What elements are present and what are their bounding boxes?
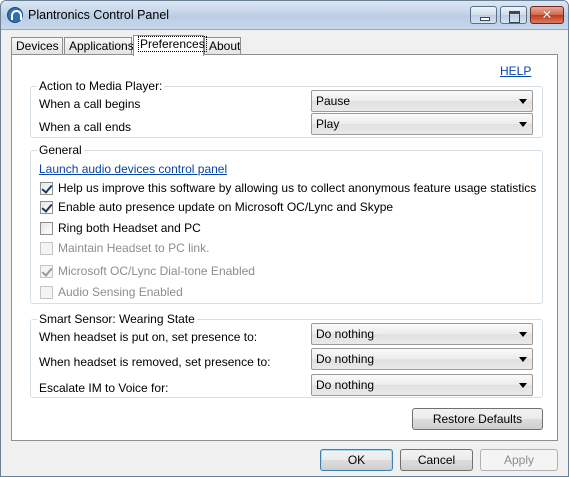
put-on-label: When headset is put on, set presence to: [39,330,258,344]
smart-sensor-group-title: Smart Sensor: Wearing State [37,312,197,326]
tab-preferences[interactable]: Preferences [133,35,207,56]
cancel-button[interactable]: Cancel [400,449,473,471]
media-player-group: Action to Media Player: When a call begi… [30,79,543,138]
tab-devices-label: Devices [16,39,59,53]
tab-devices[interactable]: Devices [11,37,63,55]
call-ends-label: When a call ends [39,120,132,134]
audio-sensing-checkbox [40,286,53,299]
ring-both-label: Ring both Headset and PC [58,221,201,235]
audio-sensing-label: Audio Sensing Enabled [58,285,183,299]
tab-preferences-label: Preferences [138,36,207,52]
close-icon: ✕ [541,7,553,22]
dial-tone-label: Microsoft OC/Lync Dial-tone Enabled [58,264,255,278]
call-begins-label: When a call begins [39,97,141,111]
media-player-group-title: Action to Media Player: [37,79,165,93]
chevron-down-icon [519,357,527,362]
window-title: Plantronics Control Panel [28,8,170,22]
ok-button[interactable]: OK [320,449,393,471]
help-link[interactable]: HELP [500,64,531,78]
maintain-link-label: Maintain Headset to PC link. [58,241,210,255]
call-ends-value: Play [316,117,340,131]
call-ends-select[interactable]: Play [311,113,533,135]
call-begins-select[interactable]: Pause [311,90,533,112]
removed-label: When headset is removed, set presence to… [39,355,271,369]
escalate-select[interactable]: Do nothing [311,374,533,396]
call-begins-value: Pause [316,94,351,108]
put-on-value: Do nothing [316,327,375,341]
tab-applications-label: Applications [69,39,134,53]
dial-tone-checkbox [40,265,53,278]
maximize-button[interactable] [500,6,527,24]
chevron-down-icon [519,122,527,127]
removed-value: Do nothing [316,352,375,366]
escalate-value: Do nothing [316,378,375,392]
title-bar[interactable]: Plantronics Control Panel ✕ [1,1,568,30]
close-button[interactable]: ✕ [530,6,564,24]
launch-audio-panel-link[interactable]: Launch audio devices control panel [39,162,227,176]
preferences-panel: HELP Action to Media Player: When a call… [11,54,558,441]
escalate-label: Escalate IM to Voice for: [39,381,169,395]
tab-applications[interactable]: Applications [64,37,134,55]
auto-presence-checkbox[interactable] [40,201,53,214]
control-panel-window: Plantronics Control Panel ✕ Devices Appl… [0,0,569,477]
tab-about-label: About [209,39,241,53]
chevron-down-icon [519,99,527,104]
headset-app-icon [7,7,23,23]
chevron-down-icon [519,383,527,388]
tab-about[interactable]: About [204,37,241,55]
general-group-title: General [37,143,84,157]
smart-sensor-group: Smart Sensor: Wearing State When headset… [30,312,543,398]
removed-select[interactable]: Do nothing [311,348,533,370]
minimize-button[interactable] [470,6,497,24]
apply-button: Apply [480,449,558,471]
usage-stats-checkbox[interactable] [40,182,53,195]
general-group: General Launch audio devices control pan… [30,143,543,304]
restore-defaults-button[interactable]: Restore Defaults [412,408,543,430]
auto-presence-label: Enable auto presence update on Microsoft… [58,200,394,214]
usage-stats-label: Help us improve this software by allowin… [58,181,537,195]
ring-both-checkbox[interactable] [40,222,53,235]
put-on-select[interactable]: Do nothing [311,323,533,345]
maintain-link-checkbox [40,242,53,255]
chevron-down-icon [519,332,527,337]
